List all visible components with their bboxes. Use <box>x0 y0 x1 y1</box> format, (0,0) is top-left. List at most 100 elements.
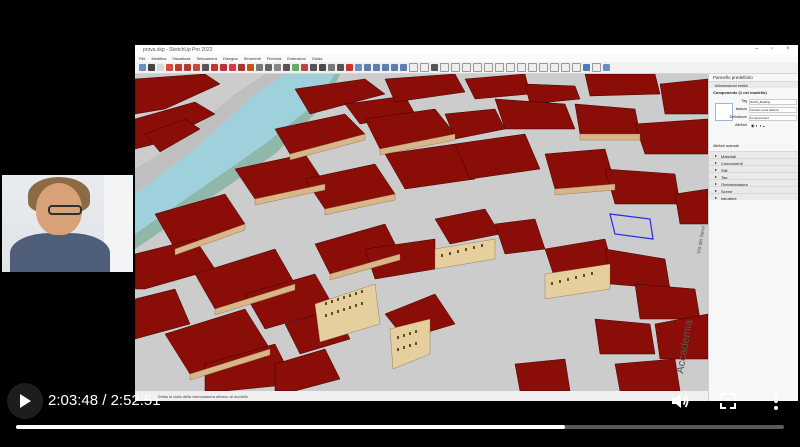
push-pull-icon[interactable] <box>202 64 209 71</box>
3d-viewport[interactable]: Accademia Via dei Servi <box>135 74 708 391</box>
maximize-button[interactable]: ▫ <box>771 46 773 52</box>
close-button[interactable]: × <box>786 46 790 52</box>
entity-info-header[interactable]: Informazioni entità <box>709 81 798 88</box>
more-vertical-icon <box>774 392 778 410</box>
left-view-icon[interactable] <box>528 63 537 72</box>
pan-tool-icon[interactable] <box>319 64 326 71</box>
sandbox-icon[interactable] <box>583 64 590 71</box>
warehouse-icon[interactable] <box>355 64 362 71</box>
back-view-icon[interactable] <box>517 63 526 72</box>
arc-tool-icon[interactable] <box>184 64 191 71</box>
instance-row: Istanza Immetti nome istanza <box>709 107 798 113</box>
sketchup-window: prova.skp - SketchUp Pro 2022 – ▫ × File… <box>135 45 798 401</box>
follow-me-icon[interactable] <box>247 64 254 71</box>
status-bar: Orbita la vista della videocamera attorn… <box>135 391 708 401</box>
zoom-extents-icon[interactable] <box>337 64 344 71</box>
right-view-icon[interactable] <box>506 63 515 72</box>
section-ombreggiatura[interactable]: ▸ Ombreggiatura <box>709 179 798 187</box>
advanced-attributes[interactable]: Attributi avanzati <box>713 144 739 148</box>
fullscreen-button[interactable] <box>718 391 738 411</box>
wireframe-icon[interactable] <box>550 63 559 72</box>
terrain-icon[interactable] <box>592 63 601 72</box>
toggles-row: Attributi ◉ ◐ ◑ ◒ <box>735 123 766 128</box>
extension-icon-4[interactable] <box>391 64 398 71</box>
more-options-button[interactable] <box>767 390 785 412</box>
component-label: Componente (1 nel modello) <box>713 90 767 95</box>
section-istruttore[interactable]: ▸ Istruttore <box>709 193 798 201</box>
city-model: Accademia Via dei Servi <box>135 74 708 391</box>
protractor-icon[interactable] <box>274 64 281 71</box>
extension-icon-3[interactable] <box>382 64 389 71</box>
close-x-icon[interactable] <box>346 64 353 71</box>
menu-estensioni[interactable]: Estensioni <box>287 56 305 61</box>
layer-icon[interactable] <box>603 64 610 71</box>
paint-bucket-icon[interactable] <box>166 64 173 71</box>
pencil-icon[interactable] <box>431 64 438 71</box>
text-tool-icon[interactable] <box>283 64 290 71</box>
offset-tool-icon[interactable] <box>238 64 245 71</box>
section-scene[interactable]: ▸ Scene <box>709 186 798 194</box>
status-hint: Orbita la vista della videocamera attorn… <box>157 394 248 399</box>
current-time: 2:03:48 <box>48 392 99 409</box>
xray-icon[interactable] <box>539 63 548 72</box>
axes-tool-icon[interactable] <box>292 64 299 71</box>
polygon-icon[interactable] <box>462 63 471 72</box>
play-button[interactable] <box>7 383 43 419</box>
menu-modifica[interactable]: Modifica <box>151 56 166 61</box>
section-componenti[interactable]: ▸ Componenti <box>709 158 798 166</box>
section-materiali[interactable]: ▸ Materiali <box>709 151 798 159</box>
line-tool-icon[interactable] <box>175 64 182 71</box>
move-tool-icon[interactable] <box>211 64 218 71</box>
menu-strumenti[interactable]: Strumenti <box>244 56 261 61</box>
volume-icon <box>672 394 689 408</box>
menu-disegna[interactable]: Disegna <box>223 56 238 61</box>
definition-input[interactable]: Componente4 <box>749 115 797 121</box>
section-tag[interactable]: ▸ Tag <box>709 172 798 180</box>
shaded-icon[interactable] <box>572 63 581 72</box>
tag-select[interactable]: 3CUS_Building <box>749 99 797 105</box>
iso-view-icon[interactable] <box>473 63 482 72</box>
menu-bar: File Modifica Visualizza Telecamera Dise… <box>135 55 798 62</box>
extension-icon-1[interactable] <box>364 64 371 71</box>
volume-button[interactable] <box>670 391 690 411</box>
menu-finestra[interactable]: Finestra <box>267 56 281 61</box>
definition-row: Definizione Componente4 <box>709 115 798 121</box>
search-tool-icon[interactable] <box>139 64 146 71</box>
section-stili[interactable]: ▸ Stili <box>709 165 798 173</box>
menu-file[interactable]: File <box>139 56 145 61</box>
instance-input[interactable]: Immetti nome istanza <box>749 107 797 113</box>
minimize-button[interactable]: – <box>755 46 758 52</box>
tag-row: Tag 3CUS_Building <box>709 99 798 105</box>
circle-icon[interactable] <box>451 63 460 72</box>
time-separator: / <box>102 392 107 409</box>
dimension-icon[interactable] <box>265 64 272 71</box>
tape-measure-icon[interactable] <box>256 64 263 71</box>
rotate-tool-icon[interactable] <box>220 64 227 71</box>
window-title: prova.skp - SketchUp Pro 2022 <box>143 47 213 53</box>
orbit-tool-icon[interactable] <box>310 64 317 71</box>
toolbar <box>135 62 798 74</box>
menu-guida[interactable]: Guida <box>312 56 323 61</box>
3d-text-icon[interactable] <box>301 64 308 71</box>
progress-played <box>16 425 566 429</box>
top-view-icon[interactable] <box>484 63 493 72</box>
extension-icon-2[interactable] <box>373 64 380 71</box>
box-icon[interactable] <box>440 63 449 72</box>
menu-visualizza[interactable]: Visualizza <box>172 56 190 61</box>
shape-tool-icon[interactable] <box>193 64 200 71</box>
duration: 2:52:51 <box>110 392 161 409</box>
menu-telecamera[interactable]: Telecamera <box>196 56 217 61</box>
rectangle-tool-icon[interactable] <box>420 63 429 72</box>
front-view-icon[interactable] <box>495 63 504 72</box>
select-tool-icon[interactable] <box>148 64 155 71</box>
section-plane-icon[interactable] <box>409 63 418 72</box>
play-icon <box>20 394 31 408</box>
extension-icon-5[interactable] <box>400 64 407 71</box>
scale-tool-icon[interactable] <box>229 64 236 71</box>
default-tray-panel: Pannello predefinito Informazioni entità… <box>708 74 798 401</box>
eraser-tool-icon[interactable] <box>157 64 164 71</box>
hidden-line-icon[interactable] <box>561 63 570 72</box>
toggle-icons[interactable]: ◉ ◐ ◑ ◒ <box>751 123 765 128</box>
fullscreen-icon <box>720 393 736 409</box>
zoom-tool-icon[interactable] <box>328 64 335 71</box>
